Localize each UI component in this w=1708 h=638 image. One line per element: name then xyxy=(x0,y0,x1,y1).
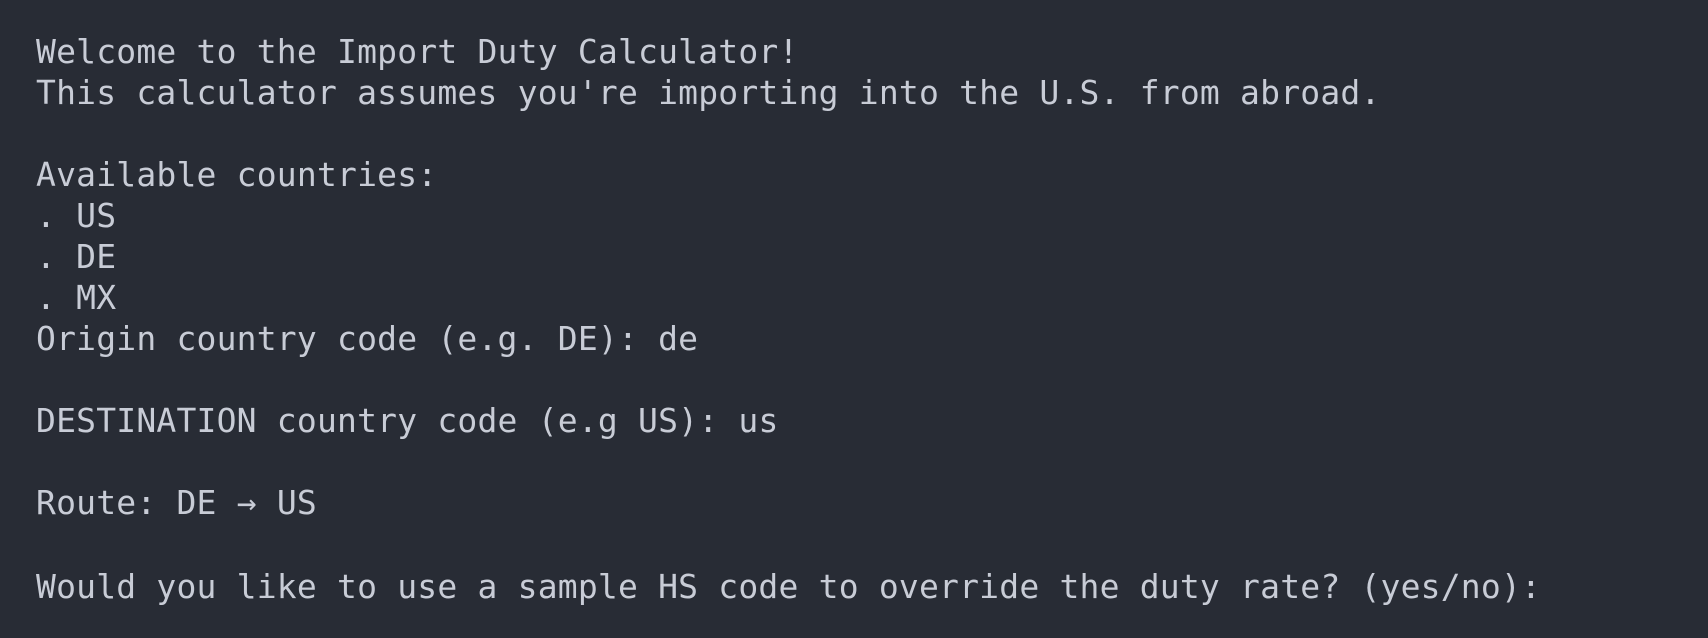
destination-input: us xyxy=(738,401,779,440)
destination-prompt-row: DESTINATION country code (e.g US): us xyxy=(36,400,1708,441)
terminal-window[interactable]: Welcome to the Import Duty Calculator! T… xyxy=(0,0,1708,638)
country-list-item: . MX xyxy=(36,277,1708,318)
text-cursor xyxy=(1561,564,1579,598)
bullet: . xyxy=(36,278,57,317)
welcome-message: Welcome to the Import Duty Calculator! xyxy=(36,32,799,71)
override-prompt: Would you like to use a sample HS code t… xyxy=(36,567,1562,606)
origin-input: de xyxy=(658,319,699,358)
assumption-message: This calculator assumes you're importing… xyxy=(36,73,1381,112)
route-label: Route: xyxy=(36,483,177,522)
country-code: MX xyxy=(76,278,117,317)
bullet: . xyxy=(36,196,57,235)
route-summary: Route: DE → US xyxy=(36,482,1708,523)
route-origin: DE xyxy=(176,483,217,522)
bullet: . xyxy=(36,237,57,276)
country-list-item: . DE xyxy=(36,236,1708,277)
country-code: DE xyxy=(76,237,117,276)
destination-prompt: DESTINATION country code (e.g US): xyxy=(36,401,739,440)
country-list-item: . US xyxy=(36,195,1708,236)
available-countries-header: Available countries: xyxy=(36,155,438,194)
override-prompt-row[interactable]: Would you like to use a sample HS code t… xyxy=(36,564,1708,606)
route-destination: US xyxy=(276,483,317,522)
country-code: US xyxy=(76,196,117,235)
origin-prompt-row: Origin country code (e.g. DE): de xyxy=(36,318,1708,359)
right-arrow-icon: → xyxy=(236,483,257,522)
origin-prompt: Origin country code (e.g. DE): xyxy=(36,319,659,358)
